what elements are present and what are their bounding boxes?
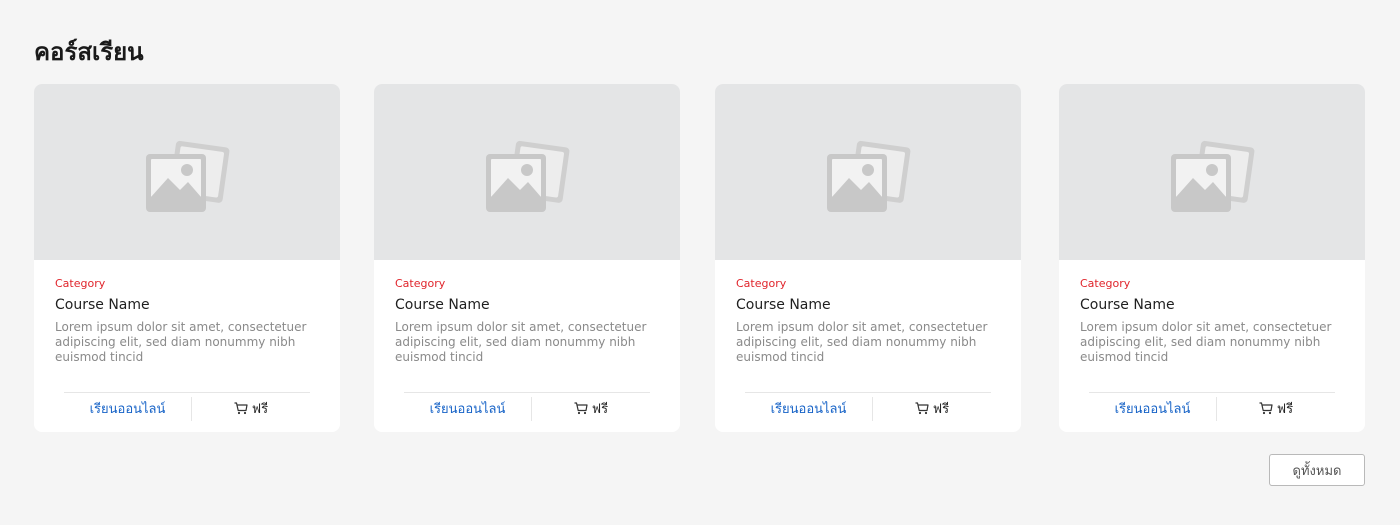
course-thumbnail bbox=[715, 84, 1021, 260]
course-category: Category bbox=[1080, 277, 1131, 290]
course-description: Lorem ipsum dolor sit amet, consectetuer… bbox=[1080, 320, 1332, 364]
course-thumbnail bbox=[374, 84, 680, 260]
price-label: ฟรี bbox=[251, 401, 269, 417]
course-description: Lorem ipsum dolor sit amet, consectetuer… bbox=[395, 320, 647, 364]
course-thumbnail bbox=[34, 84, 340, 260]
course-category: Category bbox=[55, 277, 106, 290]
course-category: Category bbox=[395, 277, 446, 290]
course-card[interactable]: Category Course Name Lorem ipsum dolor s… bbox=[715, 84, 1021, 432]
price-label: ฟรี bbox=[932, 401, 950, 417]
learn-online-button[interactable]: เรียนออนไลน์ bbox=[404, 393, 531, 423]
cart-icon bbox=[915, 401, 929, 414]
see-all-button[interactable]: ดูทั้งหมด bbox=[1269, 454, 1365, 486]
course-name: Course Name bbox=[395, 297, 490, 313]
course-card[interactable]: Category Course Name Lorem ipsum dolor s… bbox=[1059, 84, 1365, 432]
cart-icon bbox=[1259, 401, 1273, 414]
free-cart-button[interactable]: ฟรี bbox=[192, 393, 310, 423]
course-card[interactable]: Category Course Name Lorem ipsum dolor s… bbox=[374, 84, 680, 432]
course-description: Lorem ipsum dolor sit amet, consectetuer… bbox=[736, 320, 988, 364]
free-cart-button[interactable]: ฟรี bbox=[532, 393, 650, 423]
cart-icon bbox=[574, 401, 588, 414]
learn-online-button[interactable]: เรียนออนไลน์ bbox=[64, 393, 191, 423]
section-title: คอร์สเรียน bbox=[34, 38, 144, 66]
course-name: Course Name bbox=[736, 297, 831, 313]
courses-section: คอร์สเรียน Category Course Name Lorem ip… bbox=[0, 0, 1400, 525]
course-card[interactable]: Category Course Name Lorem ipsum dolor s… bbox=[34, 84, 340, 432]
image-placeholder-icon bbox=[827, 140, 911, 212]
course-name: Course Name bbox=[1080, 297, 1175, 313]
course-description: Lorem ipsum dolor sit amet, consectetuer… bbox=[55, 320, 307, 364]
course-category: Category bbox=[736, 277, 787, 290]
price-label: ฟรี bbox=[591, 401, 609, 417]
learn-online-button[interactable]: เรียนออนไลน์ bbox=[745, 393, 872, 423]
cart-icon bbox=[234, 401, 248, 414]
price-label: ฟรี bbox=[1276, 401, 1294, 417]
free-cart-button[interactable]: ฟรี bbox=[1217, 393, 1335, 423]
image-placeholder-icon bbox=[486, 140, 570, 212]
image-placeholder-icon bbox=[146, 140, 230, 212]
course-name: Course Name bbox=[55, 297, 150, 313]
course-thumbnail bbox=[1059, 84, 1365, 260]
learn-online-button[interactable]: เรียนออนไลน์ bbox=[1089, 393, 1216, 423]
free-cart-button[interactable]: ฟรี bbox=[873, 393, 991, 423]
image-placeholder-icon bbox=[1171, 140, 1255, 212]
